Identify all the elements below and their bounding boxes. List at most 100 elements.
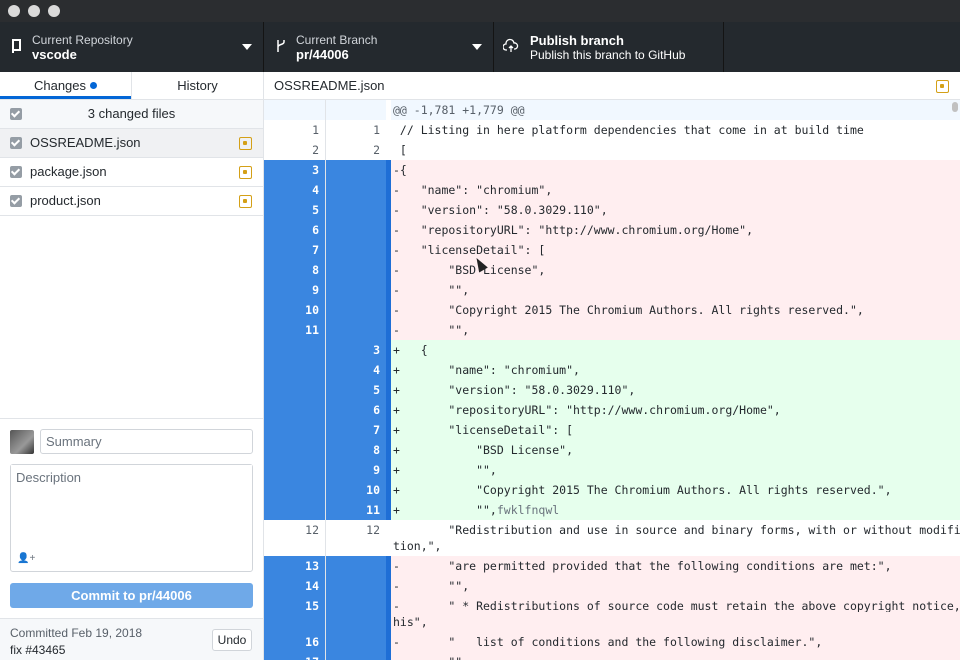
diff-line[interactable]: 6 + "repositoryURL": "http://www.chromium… [264,400,960,420]
repo-icon [12,39,21,53]
new-line-number [325,612,386,632]
diff-header: OSSREADME.json [264,72,960,100]
file-item[interactable]: product.json [0,187,263,216]
hunk-header-row: @@ -1,781 +1,779 @@ [264,100,960,120]
old-line-number [264,480,325,500]
branch-selector[interactable]: Current Branch pr/44006 [264,22,494,72]
undo-button[interactable]: Undo [212,629,252,651]
new-line-number: 11 [325,500,386,520]
diff-line[interactable]: 11 - "", [264,320,960,340]
old-line-number: 8 [264,260,325,280]
file-checkbox[interactable] [10,195,22,207]
new-line-number [325,300,386,320]
diff-line[interactable]: 4 - "name": "chromium", [264,180,960,200]
changes-indicator-icon [90,82,98,89]
diff-line[interactable]: 5 - "version": "58.0.3029.110", [264,200,960,220]
file-item[interactable]: OSSREADME.json [0,129,263,158]
hunk-header: @@ -1,781 +1,779 @@ [391,100,960,120]
diff-line-code: + "version": "58.0.3029.110", [391,380,960,400]
new-line-number: 4 [325,360,386,380]
diff-line[interactable]: 11 // Listing in here platform dependenc… [264,120,960,140]
diff-line[interactable]: 17 - "", [264,652,960,660]
diff-line-code: -{ [391,160,960,180]
diff-line[interactable]: 9 + "", [264,460,960,480]
diff-line[interactable]: 8 - "BSD License", [264,260,960,280]
diff-line-wrap[interactable]: tion,", [264,536,960,556]
diff-line-text: -{ [393,163,407,177]
tab-changes-label: Changes [33,78,87,93]
commit-button[interactable]: Commit to pr/44006 [10,583,253,608]
old-line-number: 4 [264,180,325,200]
diff-line[interactable]: 10 + "Copyright 2015 The Chromium Authors… [264,480,960,500]
new-line-number: 5 [325,380,386,400]
diff-line[interactable]: 3 + { [264,340,960,360]
diff-line-code: + "licenseDetail": [ [391,420,960,440]
add-coauthor-icon[interactable]: 👤+ [17,553,35,564]
diff-line-text: + "name": "chromium", [393,363,580,377]
new-line-number [325,320,386,340]
diff-line[interactable]: 7 + "licenseDetail": [ [264,420,960,440]
new-line-number: 2 [325,140,386,160]
close-window-button[interactable] [8,5,20,17]
old-line-number: 5 [264,200,325,220]
diff-line[interactable]: 4 + "name": "chromium", [264,360,960,380]
diff-line[interactable]: 5 + "version": "58.0.3029.110", [264,380,960,400]
modified-icon [239,137,252,150]
diff-line-code: - "version": "58.0.3029.110", [391,200,960,220]
diff-line[interactable]: 22 [ [264,140,960,160]
diff-line[interactable]: 8 + "BSD License", [264,440,960,460]
file-item[interactable]: package.json [0,158,263,187]
diff-line-wrap[interactable]: his", [264,612,960,632]
tab-changes[interactable]: Changes [0,72,131,99]
commit-summary-input[interactable] [40,429,253,454]
scrollbar[interactable] [952,102,958,112]
diff-line[interactable]: 11 + "",fwklfnqwl [264,500,960,520]
publish-title: Publish branch [530,32,624,48]
diff-line-code: - "name": "chromium", [391,180,960,200]
diff-line[interactable]: 16 - " list of conditions and the followi… [264,632,960,652]
new-line-number [325,160,386,180]
diff-line-text: - "", [393,655,469,660]
diff-line[interactable]: 13 - "are permitted provided that the fol… [264,556,960,576]
old-line-number [264,400,325,420]
diff-line-code: - "", [391,576,960,596]
diff-line[interactable]: 10 - "Copyright 2015 The Chromium Authors… [264,300,960,320]
modified-icon [239,195,252,208]
diff-inline-text: fwklfnqwl [496,503,560,517]
repository-selector[interactable]: Current Repository vscode [0,22,264,72]
tab-history[interactable]: History [131,72,263,99]
old-line-number: 13 [264,556,325,576]
diff-line[interactable]: 6 - "repositoryURL": "http://www.chromium… [264,220,960,240]
file-checkbox[interactable] [10,137,22,149]
publish-branch-button[interactable]: Publish branch Publish this branch to Gi… [494,22,724,72]
new-line-number [325,240,386,260]
modified-icon [239,166,252,179]
diff-line-code: his", [391,612,960,632]
diff-line-code: // Listing in here platform dependencies… [391,120,960,140]
zoom-window-button[interactable] [48,5,60,17]
select-all-checkbox[interactable] [10,108,22,120]
diff-line[interactable]: 7 - "licenseDetail": [ [264,240,960,260]
changed-files-header: 3 changed files [0,100,263,129]
diff-line[interactable]: 14 - "", [264,576,960,596]
diff-line-text: + "version": "58.0.3029.110", [393,383,636,397]
file-checkbox[interactable] [10,166,22,178]
diff-line-code: - "repositoryURL": "http://www.chromium.… [391,220,960,240]
diff-line[interactable]: 3 -{ [264,160,960,180]
last-commit-date: Committed Feb 19, 2018 [10,626,143,640]
commit-description-input[interactable] [11,465,252,545]
new-line-number [325,556,386,576]
new-line-number: 7 [325,420,386,440]
publish-subtitle: Publish this branch to GitHub [530,47,686,62]
new-line-number: 6 [325,400,386,420]
diff-line[interactable]: 9 - "", [264,280,960,300]
old-line-number [264,536,325,556]
last-commit-summary: Committed Feb 19, 2018 fix #43465 Undo [0,618,263,660]
file-name: package.json [30,164,107,179]
minimize-window-button[interactable] [28,5,40,17]
branch-label: Current Branch [296,32,378,47]
old-line-number: 9 [264,280,325,300]
diff-line-text: + "BSD License", [393,443,574,457]
last-commit-message: fix #43465 [10,643,66,657]
new-line-number [325,576,386,596]
